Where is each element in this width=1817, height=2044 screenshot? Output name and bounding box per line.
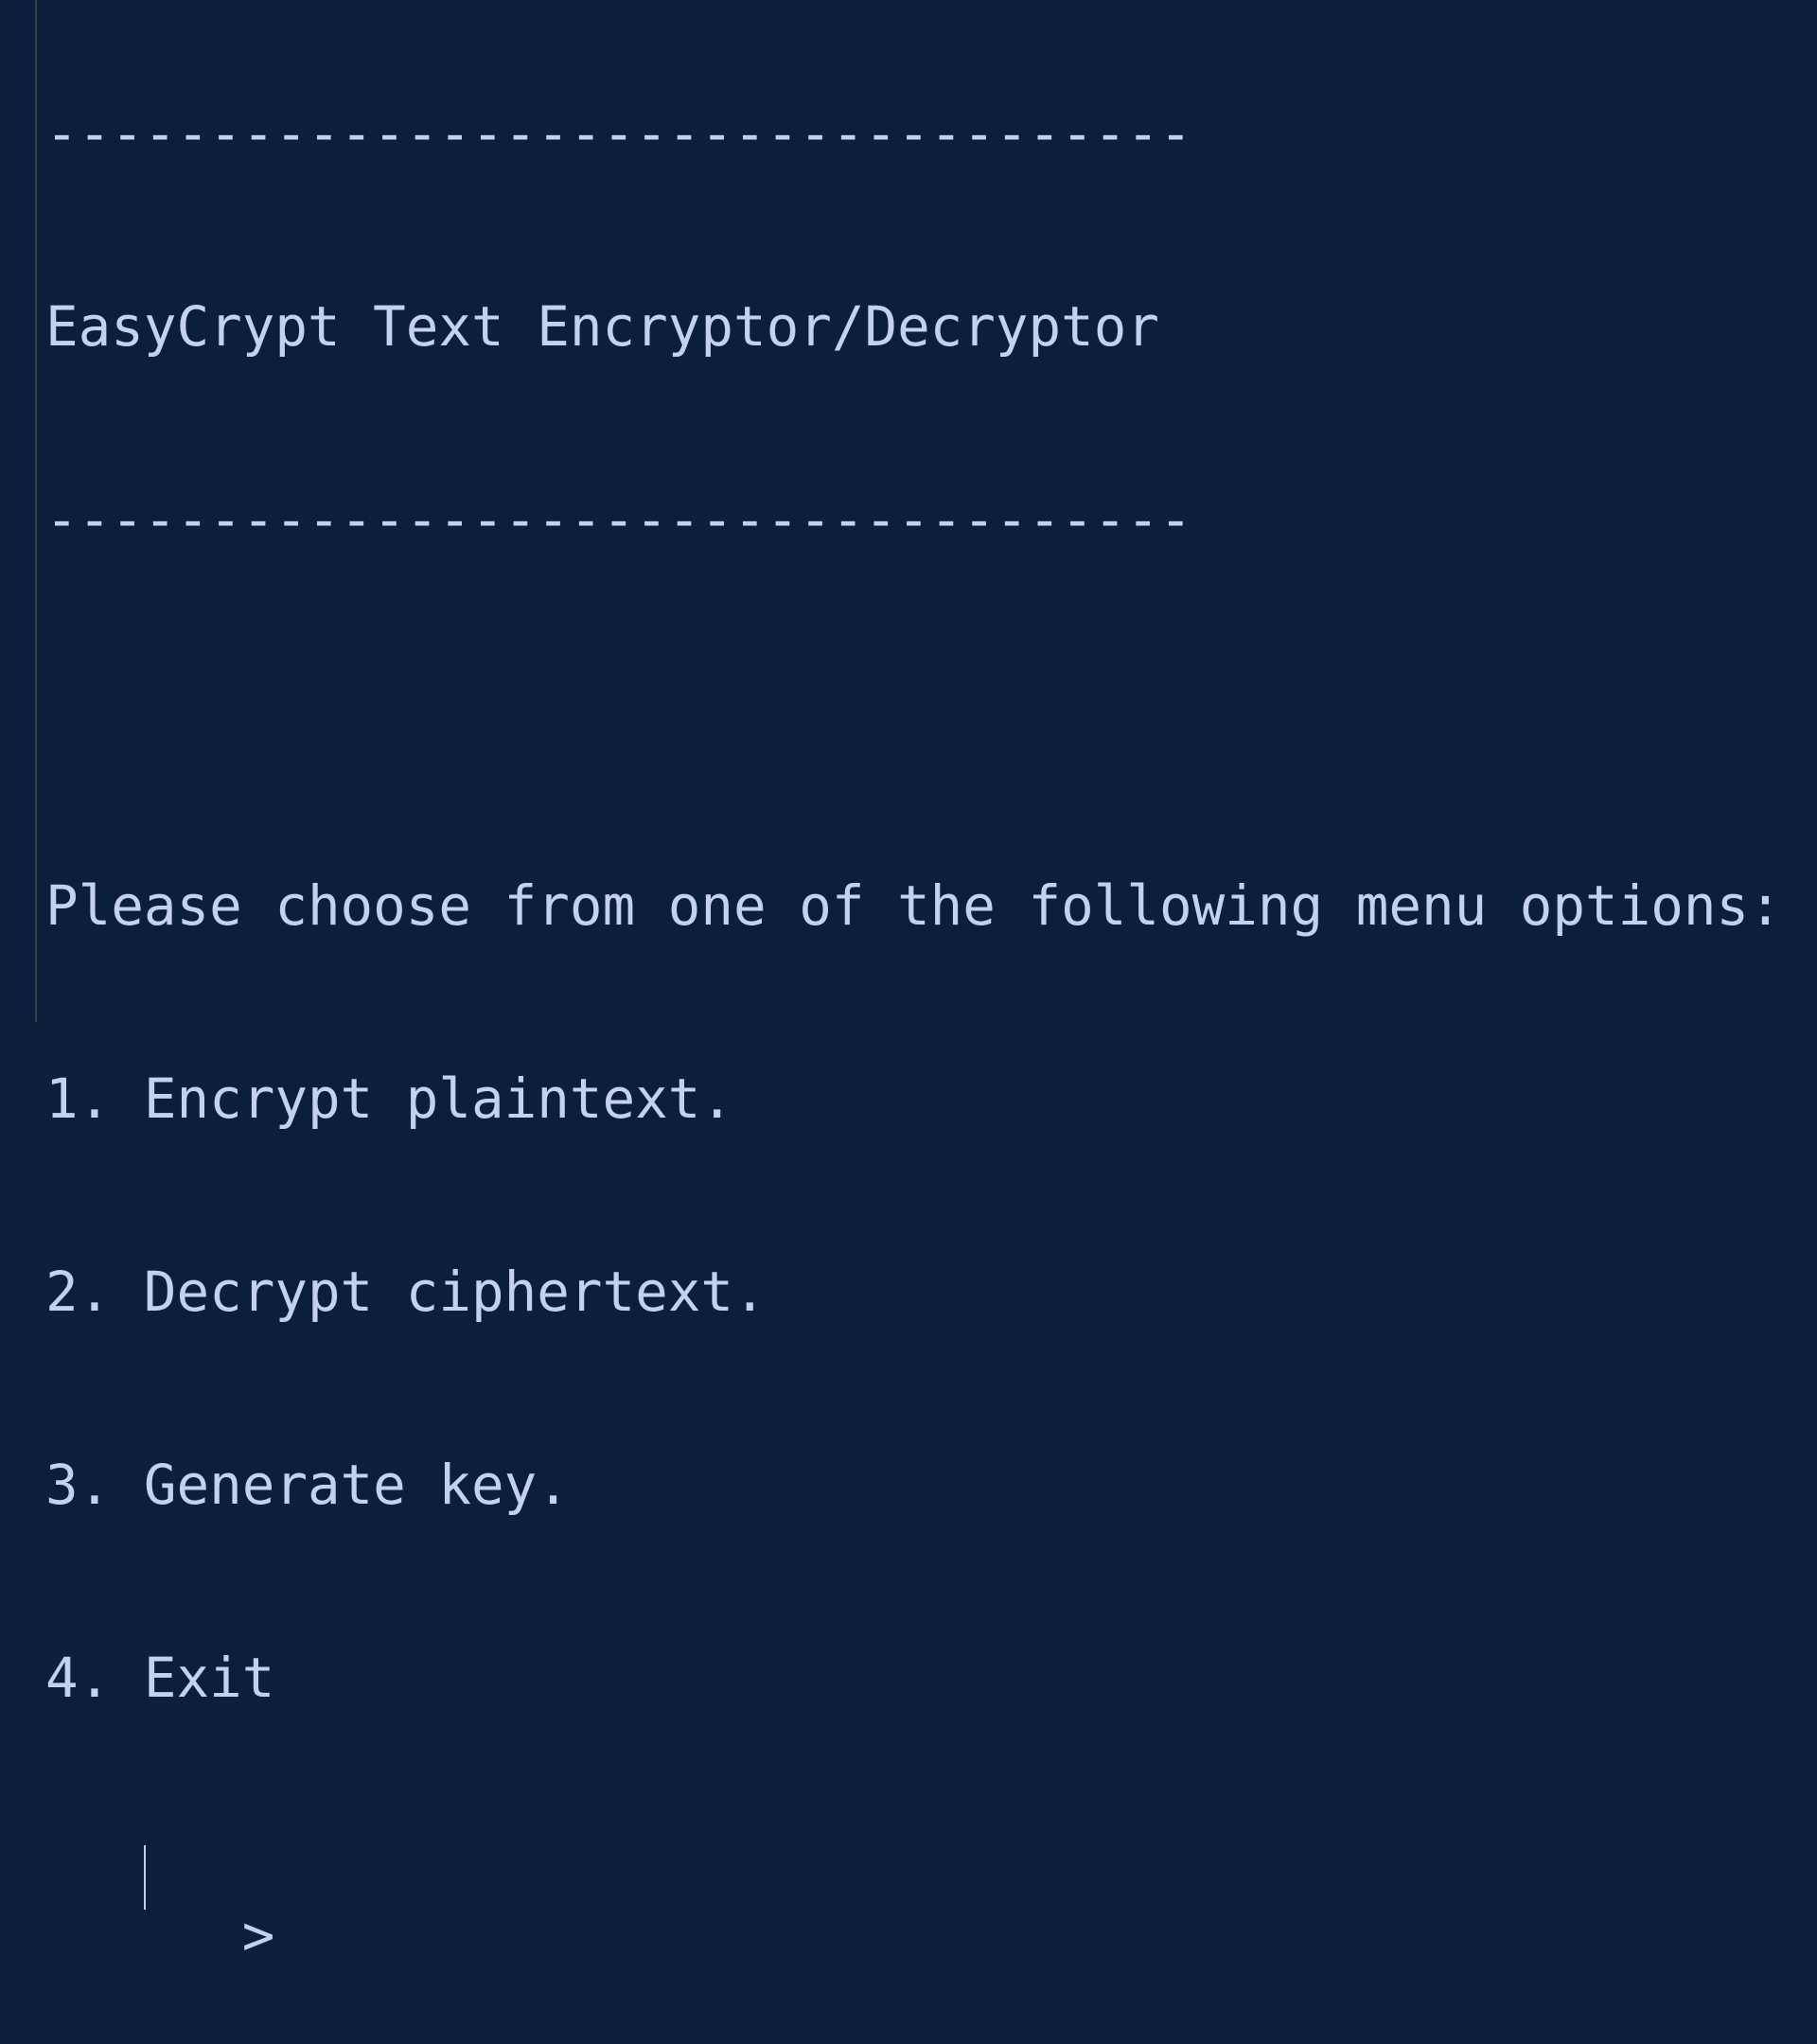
menu-option-generate-key: 3. Generate key. xyxy=(45,1454,570,1517)
menu-option-encrypt: 1. Encrypt plaintext. xyxy=(45,1067,733,1131)
separator-bottom: ----------------------------------- xyxy=(45,488,1192,552)
terminal-output: ----------------------------------- Easy… xyxy=(45,0,1782,2033)
menu-prompt: Please choose from one of the following … xyxy=(45,874,1782,938)
text-cursor xyxy=(144,1845,146,1910)
menu-option-decrypt: 2. Decrypt ciphertext. xyxy=(45,1260,767,1324)
terminal-window[interactable]: ----------------------------------- Easy… xyxy=(0,0,1817,1967)
input-prompt-symbol: > xyxy=(241,1904,275,1967)
separator-top: ----------------------------------- xyxy=(45,102,1192,166)
menu-option-exit: 4. Exit xyxy=(45,1647,275,1710)
window-left-border xyxy=(35,0,37,1022)
input-line[interactable]: > xyxy=(45,1840,1782,1967)
app-title: EasyCrypt Text Encryptor/Decryptor xyxy=(45,295,1160,359)
